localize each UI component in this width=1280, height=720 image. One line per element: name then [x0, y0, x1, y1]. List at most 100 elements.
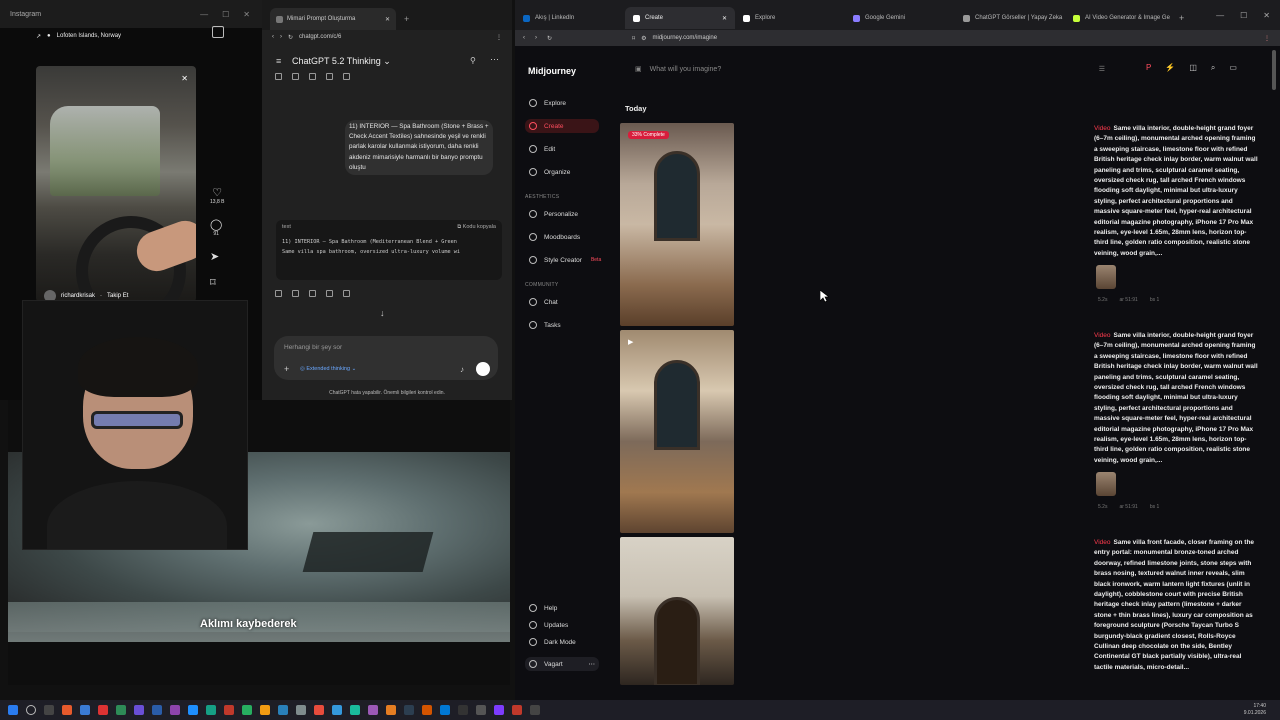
- comment-action[interactable]: ◯ 91: [210, 218, 222, 237]
- nav-moodboards[interactable]: Moodboards: [525, 230, 599, 244]
- app-icon[interactable]: [152, 705, 162, 715]
- app-icon[interactable]: [422, 705, 432, 715]
- maximize-icon[interactable]: ☐: [1240, 11, 1247, 20]
- chatgpt-tab[interactable]: Mimari Prompt Oluşturma ✕: [270, 8, 396, 30]
- app-icon[interactable]: [404, 705, 414, 715]
- midjourney-logo[interactable]: Midjourney: [528, 66, 576, 76]
- follow-button[interactable]: Takip Et: [107, 293, 128, 299]
- new-tab-icon[interactable]: +: [404, 14, 409, 24]
- browser-tab[interactable]: Google Gemini: [845, 7, 955, 29]
- app-icon[interactable]: [242, 705, 252, 715]
- system-clock[interactable]: 17:40 9.01.2026: [1244, 703, 1266, 717]
- heart-icon[interactable]: ♡: [212, 186, 222, 199]
- minimize-icon[interactable]: —: [1216, 11, 1224, 20]
- model-selector[interactable]: ChatGPT 5.2 Thinking ⌄: [292, 56, 391, 67]
- chat-icon[interactable]: ◫: [1189, 63, 1197, 73]
- attach-icon[interactable]: +: [284, 364, 289, 374]
- nav-organize[interactable]: Organize: [525, 165, 599, 179]
- app-icon[interactable]: [494, 705, 504, 715]
- reel-video[interactable]: ✕: [36, 66, 196, 302]
- back-icon[interactable]: ‹: [523, 35, 525, 41]
- app-icon[interactable]: [278, 705, 288, 715]
- thinking-mode-selector[interactable]: ◎ Extended thinking ⌄: [300, 366, 356, 372]
- more-options-icon[interactable]: ⋯: [490, 54, 499, 65]
- app-icon[interactable]: [188, 705, 198, 715]
- app-icon[interactable]: [170, 705, 180, 715]
- sidebar-toggle-icon[interactable]: ≡: [276, 56, 281, 66]
- more-icon[interactable]: ⋯: [589, 660, 600, 668]
- copy-icon[interactable]: [275, 73, 282, 80]
- copy-icon[interactable]: [275, 290, 282, 297]
- search-icon[interactable]: ⌕: [1211, 63, 1215, 73]
- folder-icon[interactable]: ▭: [1229, 63, 1237, 73]
- reference-image[interactable]: [1096, 265, 1116, 289]
- share-icon[interactable]: [326, 73, 333, 80]
- dark-mode-toggle[interactable]: Dark Mode: [525, 635, 599, 649]
- generated-image[interactable]: ▶: [620, 330, 734, 533]
- url-field[interactable]: midjourney.com/imagine: [653, 35, 718, 41]
- browser-tab[interactable]: ChatGPT Görseller | Yapay Zeka: [955, 7, 1065, 29]
- close-tab-icon[interactable]: ✕: [722, 15, 727, 22]
- browser-tab[interactable]: Akış | LinkedIn: [515, 7, 625, 29]
- nav-explore[interactable]: Explore: [525, 96, 599, 110]
- thumbs-up-icon[interactable]: [292, 290, 299, 297]
- app-icon[interactable]: [224, 705, 234, 715]
- app-icon[interactable]: [350, 705, 360, 715]
- copy-code-button[interactable]: ⧉ Kodu kopyala: [457, 224, 496, 231]
- task-view-icon[interactable]: [44, 705, 54, 715]
- minimize-icon[interactable]: —: [200, 10, 208, 19]
- generated-image[interactable]: 33% Complete: [620, 123, 734, 326]
- thumbs-down-icon[interactable]: [309, 290, 316, 297]
- reference-image[interactable]: [1096, 472, 1116, 496]
- thumbs-up-icon[interactable]: [292, 73, 299, 80]
- search-icon[interactable]: [26, 705, 36, 715]
- prompt-text[interactable]: Video Same villa interior, double-height …: [1094, 331, 1258, 466]
- user-menu[interactable]: Vagart ⋯: [525, 657, 599, 671]
- regenerate-icon[interactable]: [343, 73, 350, 80]
- nav-tasks[interactable]: Tasks: [525, 318, 599, 332]
- site-info-icon[interactable]: ⚙: [641, 35, 646, 42]
- imagine-bar[interactable]: ▣ What will you imagine? ☰: [625, 60, 1105, 78]
- browser-tab[interactable]: Create ✕: [625, 7, 735, 29]
- brave-icon[interactable]: [62, 705, 72, 715]
- nav-personalize[interactable]: Personalize: [525, 207, 599, 221]
- location-label[interactable]: Lofoten Islands, Norway: [57, 33, 121, 39]
- comment-icon[interactable]: ◯: [210, 218, 222, 231]
- app-icon[interactable]: [134, 705, 144, 715]
- prompt-text[interactable]: Video Same villa front facade, closer fra…: [1094, 538, 1258, 678]
- forward-icon[interactable]: ›: [535, 35, 537, 41]
- menu-icon[interactable]: ⋮: [496, 34, 512, 41]
- app-icon[interactable]: [476, 705, 486, 715]
- close-tab-icon[interactable]: ✕: [385, 16, 390, 23]
- app-icon[interactable]: [440, 705, 450, 715]
- regenerate-icon[interactable]: [343, 290, 350, 297]
- nav-edit[interactable]: Edit: [525, 142, 599, 156]
- share-icon[interactable]: [326, 290, 333, 297]
- browser-tab[interactable]: Explore: [735, 7, 845, 29]
- bookmark-icon[interactable]: ⌑: [632, 35, 635, 42]
- app-icon[interactable]: [458, 705, 468, 715]
- prompt-input[interactable]: Herhangi bir şey sor + ◎ Extended thinki…: [274, 336, 498, 380]
- like-action[interactable]: ♡ 13,8 B: [210, 186, 224, 205]
- share-icon[interactable]: ➤: [210, 250, 219, 263]
- browser-tab[interactable]: AI Video Generator & Image Ge: [1065, 7, 1175, 29]
- play-icon[interactable]: ▶: [628, 338, 633, 346]
- microphone-icon[interactable]: ♪: [460, 365, 464, 374]
- nav-chat[interactable]: Chat: [525, 295, 599, 309]
- maximize-icon[interactable]: ☐: [222, 10, 229, 19]
- app-icon[interactable]: [260, 705, 270, 715]
- zap-icon[interactable]: ⚡: [1165, 63, 1175, 73]
- app-icon[interactable]: [332, 705, 342, 715]
- close-icon[interactable]: ✕: [1263, 11, 1270, 20]
- add-person-icon[interactable]: ⚲: [470, 56, 476, 65]
- new-tab-icon[interactable]: +: [1179, 13, 1184, 23]
- back-icon[interactable]: ↗: [36, 33, 41, 40]
- reload-icon[interactable]: ↻: [547, 35, 552, 42]
- thumbs-down-icon[interactable]: [309, 73, 316, 80]
- nav-style-creator[interactable]: Style Creator Beta: [525, 253, 615, 267]
- settings-sliders-icon[interactable]: ☰: [1099, 65, 1105, 73]
- app-icon[interactable]: [98, 705, 108, 715]
- username[interactable]: richardkrisak: [61, 293, 95, 299]
- scrollbar[interactable]: [1272, 50, 1276, 90]
- app-icon[interactable]: [296, 705, 306, 715]
